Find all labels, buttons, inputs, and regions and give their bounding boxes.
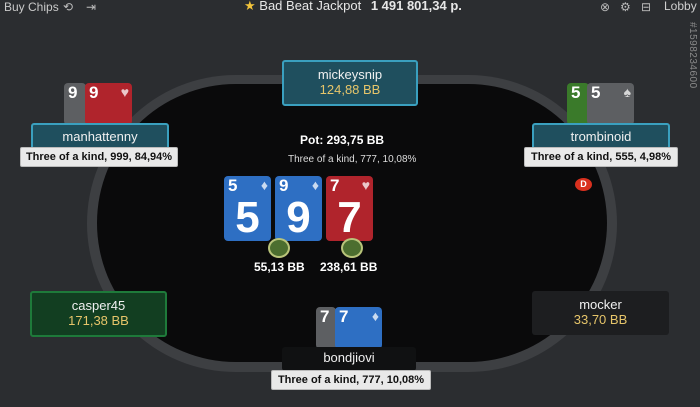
star-icon: ★ — [244, 0, 256, 13]
card-rank: 5 — [571, 83, 581, 102]
card-big-rank: 5 — [235, 193, 260, 241]
pot-hand-description: Three of a kind, 777, 10,08% — [288, 154, 417, 165]
jackpot-amount: 1 491 801,34 р. — [370, 0, 462, 13]
lobby-icon[interactable]: ⊟ — [641, 0, 651, 14]
exit-icon[interactable]: ⇥ — [86, 0, 96, 14]
chip-stack-icon — [268, 238, 290, 258]
hand-strength-label: Three of a kind, 777, 10,08% — [271, 370, 431, 390]
dealer-button: D — [575, 178, 592, 191]
player-stack: 33,70 BB — [573, 312, 628, 327]
hole-card: 5 — [567, 83, 589, 125]
spade-icon: ♠ — [623, 84, 631, 100]
jackpot-label: Bad Beat Jackpot — [259, 0, 362, 13]
chip-stack-icon — [341, 238, 363, 258]
card-big-rank: 9 — [286, 193, 311, 241]
top-bar: Buy Chips ⟲ ⇥ ★ Bad Beat Jackpot 1 491 8… — [0, 0, 700, 16]
pot-label: Pot: 293,75 BB — [300, 133, 385, 147]
heart-icon: ♥ — [120, 84, 129, 100]
hole-card: 5 ♠ — [587, 83, 634, 125]
diamond-icon: ♦ — [371, 308, 379, 324]
card-rank: 9 — [89, 83, 99, 102]
heart-icon: ♥ — [361, 177, 370, 193]
lobby-button[interactable]: Lobby — [664, 0, 697, 13]
hole-card: 9 — [64, 83, 86, 125]
player-name: manhattenny — [62, 129, 138, 144]
buy-chips-button[interactable]: Buy Chips — [4, 0, 59, 14]
table-id: #1598234600 — [687, 22, 698, 89]
player-stack: 124,88 BB — [319, 82, 381, 97]
diamond-icon: ♦ — [260, 177, 268, 193]
jackpot-banner: ★ Bad Beat Jackpot 1 491 801,34 р. — [244, 0, 462, 14]
player-stack: 171,38 BB — [68, 313, 129, 328]
player-name: trombinoid — [570, 129, 632, 144]
refresh-icon[interactable]: ⟲ — [63, 0, 73, 14]
hole-card: 7 — [316, 307, 336, 349]
board-card: 7 ♥ 7 — [326, 176, 373, 241]
diamond-icon: ♦ — [311, 177, 319, 193]
bet-amount: 238,61 BB — [320, 260, 378, 274]
bet-amount: 55,13 BB — [254, 260, 305, 274]
player-name: mocker — [579, 297, 622, 312]
gear-icon[interactable]: ⚙ — [620, 0, 631, 14]
player-plate-hero[interactable]: bondjiovi — [282, 347, 416, 371]
player-plate-bottom-right[interactable]: mocker 33,70 BB — [532, 291, 669, 335]
card-rank: 5 — [591, 83, 601, 102]
hole-card: 7 ♦ — [335, 307, 382, 349]
hand-strength-label: Three of a kind, 999, 84,94% — [20, 147, 178, 167]
player-plate-bottom-left[interactable]: casper45 171,38 BB — [30, 291, 167, 337]
card-rank: 7 — [339, 307, 349, 326]
card-rank: 7 — [320, 307, 330, 326]
hand-strength-label: Three of a kind, 555, 4,98% — [524, 147, 678, 167]
board-card: 9 ♦ 9 — [275, 176, 322, 241]
help-icon[interactable]: ⊗ — [600, 0, 610, 14]
player-name: bondjiovi — [323, 350, 375, 365]
hole-card: 9 ♥ — [85, 83, 132, 125]
card-big-rank: 7 — [337, 193, 362, 241]
card-rank: 9 — [68, 83, 78, 102]
board-card: 5 ♦ 5 — [224, 176, 271, 241]
player-plate-top[interactable]: mickeysnip 124,88 BB — [282, 60, 418, 106]
player-name: casper45 — [71, 298, 126, 313]
player-name: mickeysnip — [317, 67, 383, 82]
